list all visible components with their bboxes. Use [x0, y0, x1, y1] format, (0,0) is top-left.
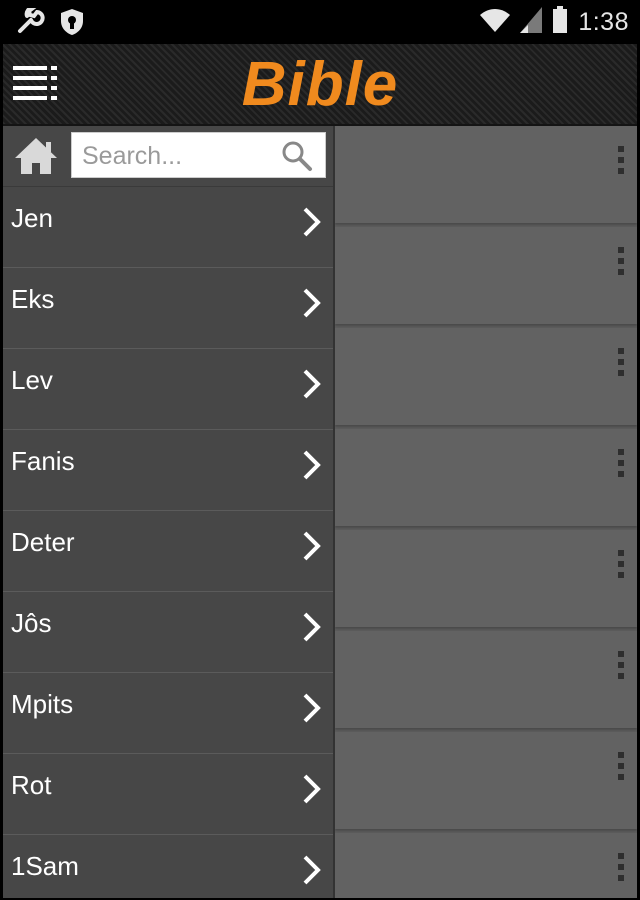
list-item[interactable] [335, 429, 637, 526]
book-item-lev[interactable]: Lev [3, 348, 333, 429]
book-item-deter[interactable]: Deter [3, 510, 333, 591]
chevron-right-icon [303, 450, 321, 480]
book-item-1sam[interactable]: 1Sam [3, 834, 333, 898]
chevron-right-icon [303, 774, 321, 804]
overflow-menu-icon[interactable] [615, 550, 627, 586]
book-label: Eks [11, 284, 55, 314]
list-item[interactable] [335, 227, 637, 324]
search-icon[interactable] [281, 140, 313, 172]
list-item[interactable] [335, 126, 637, 223]
book-label: Mpits [11, 689, 74, 719]
chevron-right-icon [303, 207, 321, 237]
overflow-menu-icon[interactable] [615, 752, 627, 788]
list-item[interactable] [335, 732, 637, 829]
book-label: Jen [11, 203, 53, 233]
book-list: Jen Eks Lev Fanis Deter Jôs Mpits Rot 1S… [3, 186, 333, 898]
battery-icon [552, 6, 568, 39]
book-item-jen[interactable]: Jen [3, 186, 333, 267]
chevron-right-icon [303, 612, 321, 642]
overflow-menu-icon[interactable] [615, 651, 627, 687]
search-input[interactable] [72, 133, 284, 179]
shield-icon [59, 8, 85, 41]
action-bar: Bible [3, 44, 637, 126]
chevron-right-icon [303, 693, 321, 723]
app-screen: 1:38 Bible Search... Jen Eks Lev Fanis D… [3, 0, 637, 898]
app-title: Bible [241, 50, 399, 119]
status-bar: 1:38 [3, 0, 637, 44]
overflow-menu-icon[interactable] [615, 348, 627, 384]
drawer-header [3, 126, 333, 186]
chevron-right-icon [303, 369, 321, 399]
book-label: Fanis [11, 446, 75, 476]
book-label: 1Sam [11, 851, 79, 881]
chevron-right-icon [303, 288, 321, 318]
clock-time: 1:38 [578, 8, 629, 36]
chevron-right-icon [303, 855, 321, 885]
book-label: Jôs [11, 608, 52, 638]
wifi-icon [480, 7, 511, 38]
book-item-jos[interactable]: Jôs [3, 591, 333, 672]
navigation-drawer: Jen Eks Lev Fanis Deter Jôs [3, 126, 335, 898]
overflow-menu-icon[interactable] [615, 146, 627, 182]
home-icon [15, 138, 57, 174]
wrench-icon [17, 6, 45, 41]
list-item[interactable] [335, 631, 637, 728]
list-item[interactable] [335, 530, 637, 627]
book-item-eks[interactable]: Eks [3, 267, 333, 348]
signal-icon [520, 7, 543, 38]
chevron-right-icon [303, 531, 321, 561]
list-item[interactable] [335, 328, 637, 425]
overflow-menu-icon[interactable] [615, 853, 627, 889]
search-box[interactable] [71, 132, 326, 179]
book-item-mpits[interactable]: Mpits [3, 672, 333, 753]
book-item-fanis[interactable]: Fanis [3, 429, 333, 510]
book-label: Lev [11, 365, 53, 395]
book-item-rot[interactable]: Rot [3, 753, 333, 834]
overflow-menu-icon[interactable] [615, 449, 627, 485]
list-item[interactable] [335, 833, 637, 898]
home-button[interactable] [13, 134, 59, 178]
content-list [335, 126, 637, 898]
overflow-menu-icon[interactable] [615, 247, 627, 283]
book-label: Deter [11, 527, 75, 557]
book-label: Rot [11, 770, 52, 800]
